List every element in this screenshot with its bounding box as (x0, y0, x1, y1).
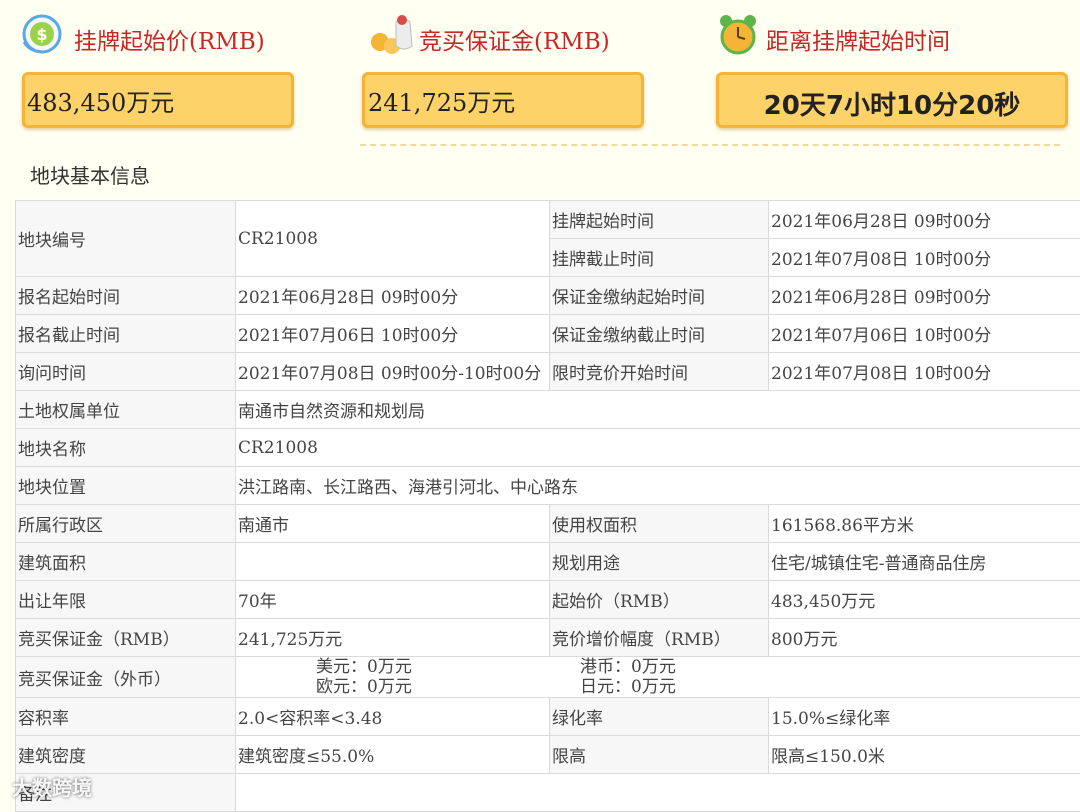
table-label: 地块位置 (16, 467, 236, 505)
table-label: 报名截止时间 (16, 315, 236, 353)
watermark: 大数跨境 (12, 772, 92, 801)
table-label: 竞买保证金（外币） (16, 657, 236, 698)
dollar-coin-icon: $ (20, 12, 66, 56)
table-row: 报名起始时间 2021年06月28日 09时00分 保证金缴纳起始时间 2021… (16, 277, 1080, 315)
table-label: 建筑密度 (16, 736, 236, 774)
table-row: 地块名称 CR21008 (16, 429, 1080, 467)
table-row: 土地权属单位 南通市自然资源和规划局 (16, 391, 1080, 429)
table-value: 2021年07月08日 10时00分 (769, 239, 1080, 277)
table-label: 询问时间 (16, 353, 236, 391)
deposit-box: 241,725万元 (362, 72, 644, 128)
table-label: 地块名称 (16, 429, 236, 467)
table-row: 建筑密度 建筑密度≤55.0% 限高 限高≤150.0米 (16, 736, 1080, 774)
table-label: 挂牌起始时间 (550, 201, 769, 239)
table-value: 15.0%≤绿化率 (769, 698, 1080, 736)
table-row: 容积率 2.0<容积率<3.48 绿化率 15.0%≤绿化率 (16, 698, 1080, 736)
table-value: 南通市 (236, 505, 550, 543)
money-bag-icon (366, 12, 412, 56)
table-label: 使用权面积 (550, 505, 769, 543)
table-value: 建筑密度≤55.0% (236, 736, 550, 774)
table-value: 2021年07月08日 09时00分-10时00分 (236, 353, 550, 391)
table-row: 询问时间 2021年07月08日 09时00分-10时00分 限时竞价开始时间 … (16, 353, 1080, 391)
table-value: 2.0<容积率<3.48 (236, 698, 550, 736)
table-label: 土地权属单位 (16, 391, 236, 429)
table-label: 规划用途 (550, 543, 769, 581)
table-value (236, 543, 550, 581)
table-label: 容积率 (16, 698, 236, 736)
table-label: 报名起始时间 (16, 277, 236, 315)
table-value: 800万元 (769, 619, 1080, 657)
table-row: 建筑面积 规划用途 住宅/城镇住宅-普通商品住房 (16, 543, 1080, 581)
usd-value: 美元：0万元 (316, 657, 580, 677)
table-value: 2021年06月28日 09时00分 (236, 277, 550, 315)
table-row: 出让年限 70年 起始价（RMB） 483,450万元 (16, 581, 1080, 619)
table-label: 限高 (550, 736, 769, 774)
table-label: 出让年限 (16, 581, 236, 619)
table-value: 2021年07月06日 10时00分 (236, 315, 550, 353)
eur-value: 欧元：0万元 (316, 677, 580, 697)
table-label: 竞买保证金（RMB） (16, 619, 236, 657)
table-row: 竞买保证金（RMB） 241,725万元 竞价增价幅度（RMB） 800万元 (16, 619, 1080, 657)
table-value: 限高≤150.0米 (769, 736, 1080, 774)
table-label: 限时竞价开始时间 (550, 353, 769, 391)
table-label: 绿化率 (550, 698, 769, 736)
table-label: 保证金缴纳截止时间 (550, 315, 769, 353)
table-label: 建筑面积 (16, 543, 236, 581)
countdown-label: 距离挂牌起始时间 (766, 22, 950, 56)
table-value: 70年 (236, 581, 550, 619)
table-value: 2021年06月28日 09时00分 (769, 201, 1080, 239)
foreign-deposit-cell: 美元：0万元 欧元：0万元 港币：0万元 日元：0万元 (236, 657, 1080, 698)
section-title: 地块基本信息 (30, 160, 150, 189)
table-value: 住宅/城镇住宅-普通商品住房 (769, 543, 1080, 581)
table-label: 挂牌截止时间 (550, 239, 769, 277)
land-info-table: 地块编号 CR21008 挂牌起始时间 2021年06月28日 09时00分 挂… (15, 200, 1080, 812)
table-label: 地块编号 (16, 201, 236, 277)
table-label: 保证金缴纳起始时间 (550, 277, 769, 315)
table-value: CR21008 (236, 429, 1080, 467)
jpy-value: 日元：0万元 (580, 677, 676, 697)
start-price-box: 483,450万元 (22, 72, 294, 128)
deposit-label: 竞买保证金(RMB) (419, 22, 610, 56)
table-value: 南通市自然资源和规划局 (236, 391, 1080, 429)
table-row: 地块位置 洪江路南、长江路西、海港引河北、中心路东 (16, 467, 1080, 505)
countdown-box: 20天7小时10分20秒 (716, 72, 1068, 128)
table-value: 483,450万元 (769, 581, 1080, 619)
hkd-value: 港币：0万元 (580, 657, 676, 677)
start-price-label: 挂牌起始价(RMB) (74, 22, 265, 56)
table-value: 洪江路南、长江路西、海港引河北、中心路东 (236, 467, 1080, 505)
table-row: 地块编号 CR21008 挂牌起始时间 2021年06月28日 09时00分 (16, 201, 1080, 239)
table-row: 竞买保证金（外币） 美元：0万元 欧元：0万元 港币：0万元 日元：0万元 (16, 657, 1080, 698)
table-value: 2021年07月08日 10时00分 (769, 353, 1080, 391)
divider (360, 144, 1060, 146)
table-row: 报名截止时间 2021年07月06日 10时00分 保证金缴纳截止时间 2021… (16, 315, 1080, 353)
svg-text:$: $ (36, 25, 47, 44)
alarm-clock-icon (716, 12, 762, 56)
table-value: 161568.86平方米 (769, 505, 1080, 543)
table-label: 起始价（RMB） (550, 581, 769, 619)
table-row: 所属行政区 南通市 使用权面积 161568.86平方米 (16, 505, 1080, 543)
table-value: CR21008 (236, 201, 550, 277)
table-label: 所属行政区 (16, 505, 236, 543)
table-value: 241,725万元 (236, 619, 550, 657)
table-value: 2021年07月06日 10时00分 (769, 315, 1080, 353)
table-value: 2021年06月28日 09时00分 (769, 277, 1080, 315)
summary-header: $ 挂牌起始价(RMB) 483,450万元 竞买保证金(RMB) 241,72… (0, 0, 1080, 150)
table-label: 竞价增价幅度（RMB） (550, 619, 769, 657)
